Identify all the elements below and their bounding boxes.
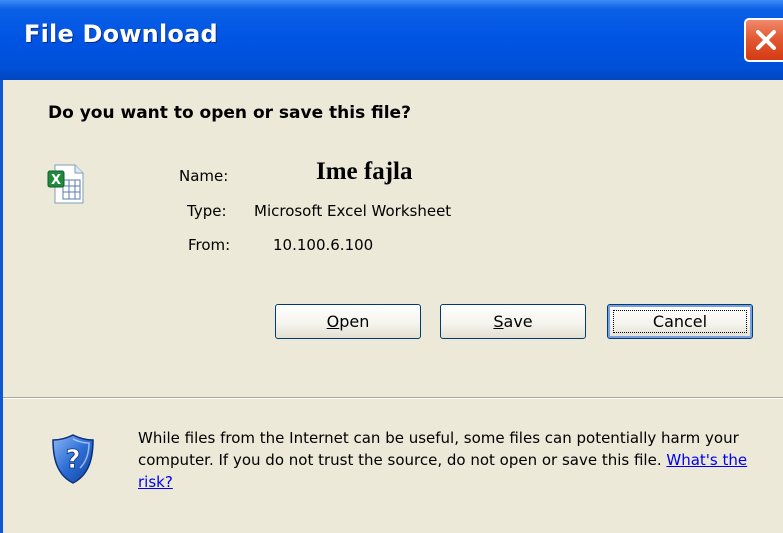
open-button-mnemonic: O	[326, 312, 340, 331]
file-download-dialog: File Download Do you want to open or sav…	[0, 0, 783, 533]
warning-message: While files from the Internet can be use…	[138, 429, 739, 469]
svg-text:?: ?	[65, 445, 80, 475]
title-bar[interactable]: File Download	[0, 0, 783, 80]
save-button-label: ave	[503, 312, 533, 331]
window-title: File Download	[24, 20, 218, 48]
focus-rectangle	[613, 310, 747, 333]
file-name-value: Ime fajla	[316, 158, 413, 185]
shield-question-icon: ?	[52, 434, 94, 484]
svg-text:X: X	[51, 173, 61, 188]
separator-highlight	[3, 398, 783, 399]
open-button-label: pen	[339, 312, 370, 331]
name-label: Name:	[179, 167, 229, 185]
type-label: Type:	[187, 202, 227, 220]
cancel-button[interactable]: Cancel	[607, 304, 753, 339]
save-button[interactable]: Save	[440, 304, 586, 339]
excel-file-icon: X	[47, 164, 84, 204]
file-source-value: 10.100.6.100	[273, 236, 374, 254]
close-icon	[756, 30, 776, 50]
dialog-body: Do you want to open or save this file? X…	[0, 80, 783, 533]
save-button-mnemonic: S	[493, 312, 504, 331]
security-warning-text: While files from the Internet can be use…	[138, 427, 778, 493]
open-button[interactable]: Open	[275, 304, 421, 339]
file-type-value: Microsoft Excel Worksheet	[254, 202, 452, 220]
dialog-question: Do you want to open or save this file?	[48, 103, 411, 123]
from-label: From:	[188, 236, 231, 254]
close-button[interactable]	[744, 18, 783, 62]
